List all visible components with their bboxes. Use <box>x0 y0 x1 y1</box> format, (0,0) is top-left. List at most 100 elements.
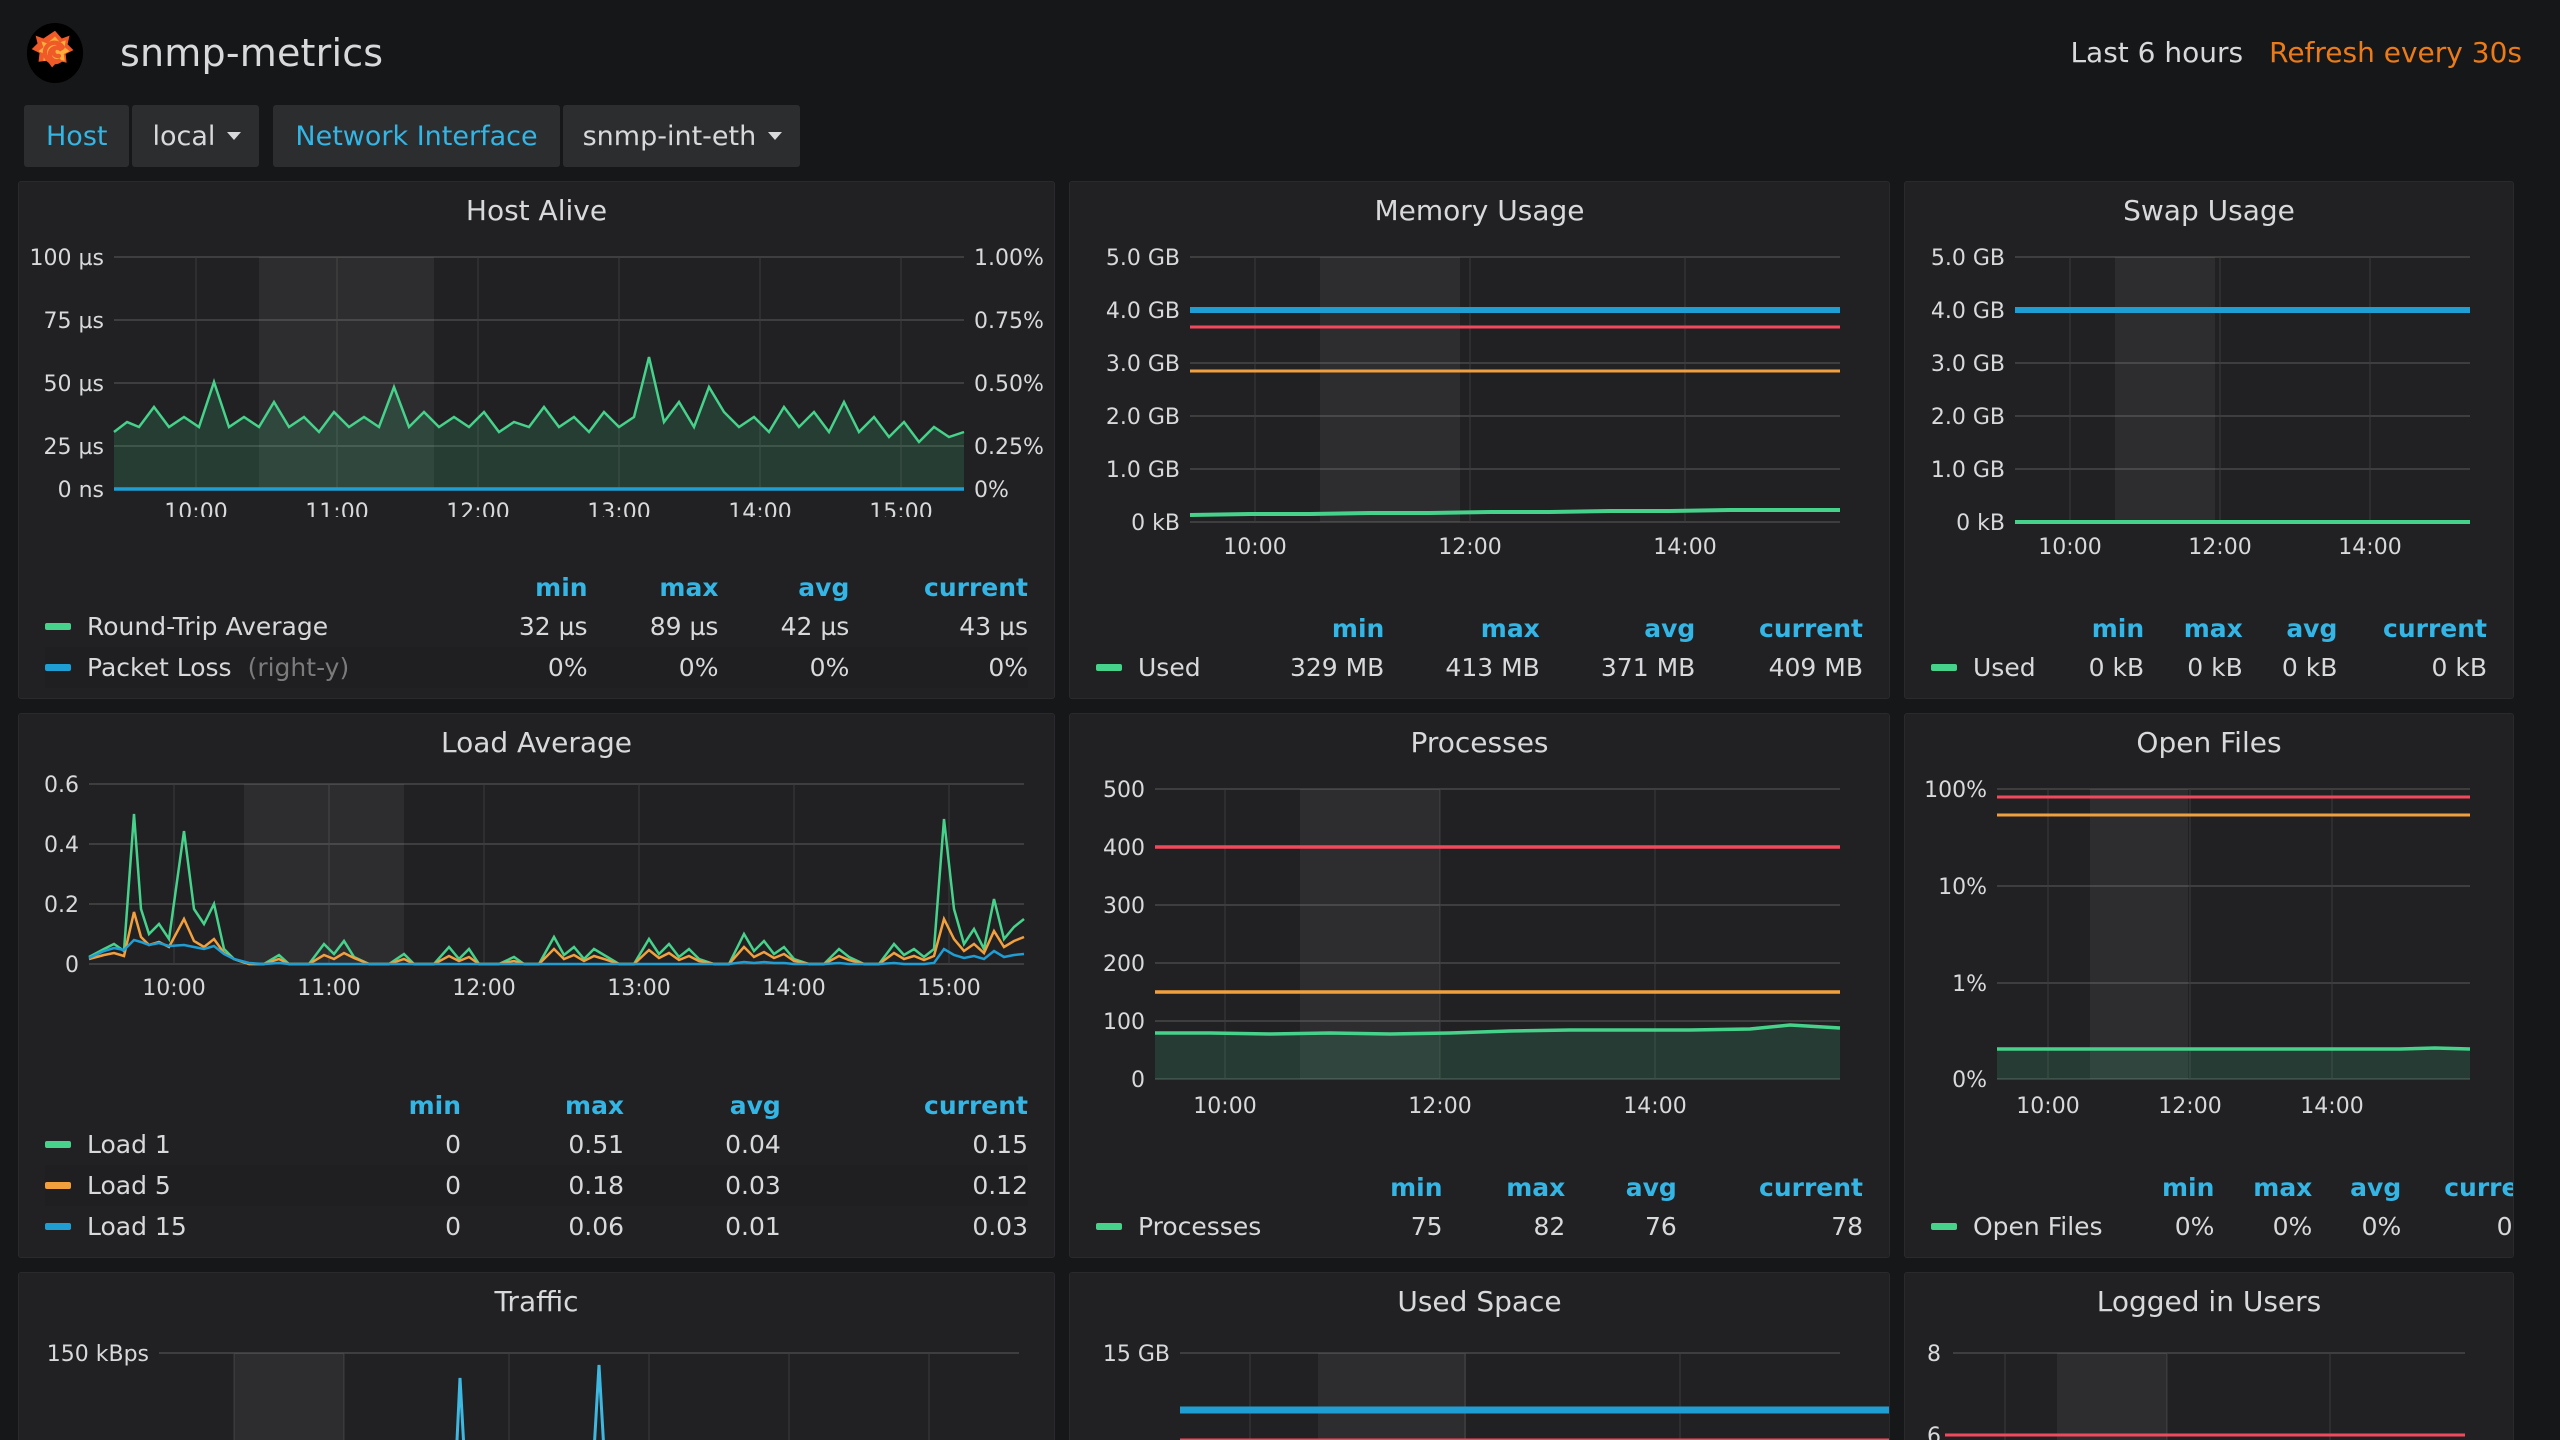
y-tick-processes-5: 500 <box>1103 778 1145 803</box>
legend-header-min[interactable]: min <box>2050 610 2144 647</box>
variable-network-interface-select[interactable]: snmp-int-eth <box>562 105 801 167</box>
variable-network-interface-value: snmp-int-eth <box>582 120 757 152</box>
legend-series-used[interactable]: Used <box>1931 647 2050 688</box>
panel-used-space[interactable]: Used Space 15 GB <box>1069 1272 1890 1440</box>
legend-header-current[interactable]: curren <box>2401 1169 2513 1206</box>
panel-title-used-space[interactable]: Used Space <box>1070 1273 1889 1318</box>
legend-row: Load 5 0 0.18 0.03 0.12 <box>45 1165 1028 1206</box>
legend-series-load-1[interactable]: Load 1 <box>45 1124 310 1165</box>
y-tick-processes-2: 200 <box>1103 952 1145 977</box>
grafana-logo-icon[interactable] <box>24 22 86 84</box>
legend-header-min[interactable]: min <box>457 569 587 606</box>
y-tick-swap-3: 3.0 GB <box>1931 352 2005 377</box>
legend-header-row: min max avg current <box>1096 1169 1863 1206</box>
legend-value-avg: 0% <box>2361 1212 2402 1241</box>
legend-header-avg[interactable]: avg <box>2312 1169 2401 1206</box>
legend-header-max[interactable]: max <box>588 569 718 606</box>
chart-logged-in-users[interactable]: 8 6 <box>1905 1318 2513 1440</box>
legend-header-row: min max avg current <box>1096 610 1863 647</box>
legend-value-avg: 0% <box>718 647 850 688</box>
legend-series-label: Load 1 <box>87 1130 171 1159</box>
legend-header-series <box>45 569 457 606</box>
panel-load-average[interactable]: Load Average 0.6 0.4 0.2 0 10:00 11:00 1… <box>18 713 1055 1258</box>
legend-memory-usage: min max avg current Used 329 MB 413 MB 3… <box>1070 610 1889 698</box>
panel-title-host-alive[interactable]: Host Alive <box>19 182 1054 227</box>
legend-header-min[interactable]: min <box>1229 610 1384 647</box>
legend-value-max: 0% <box>2272 1212 2313 1241</box>
legend-series-label: Processes <box>1138 1212 1262 1241</box>
series-color-swatch-icon <box>1931 664 1957 671</box>
x-tick-processes-0: 10:00 <box>1193 1094 1256 1119</box>
legend-header-min[interactable]: min <box>2124 1169 2214 1206</box>
time-range-picker[interactable]: Last 6 hours <box>2070 36 2243 69</box>
legend-header-current[interactable]: current <box>2337 610 2487 647</box>
legend-series-processes[interactable]: Processes <box>1096 1206 1329 1247</box>
x-tick-host-alive-2: 12:00 <box>446 500 509 517</box>
y2-tick-host-alive-1: 0.25% <box>974 435 1044 460</box>
legend-series-load-5[interactable]: Load 5 <box>45 1165 311 1206</box>
legend-header-avg[interactable]: avg <box>2243 610 2337 647</box>
chart-used-space[interactable]: 15 GB <box>1070 1318 1889 1440</box>
panel-swap-usage[interactable]: Swap Usage 5.0 GB 4.0 GB 3.0 GB 2.0 GB 1… <box>1904 181 2514 699</box>
panel-title-logged-in-users[interactable]: Logged in Users <box>1905 1273 2513 1318</box>
legend-header-row: min max avg current <box>1931 610 2487 647</box>
refresh-interval[interactable]: Refresh every 30s <box>2269 36 2522 69</box>
variable-host-select[interactable]: local <box>132 105 260 167</box>
legend-header-current[interactable]: current <box>781 1087 1028 1124</box>
y-tick-load-2: 0.4 <box>44 833 79 858</box>
panel-title-load-average[interactable]: Load Average <box>19 714 1054 759</box>
legend-value-max: 0% <box>587 647 719 688</box>
navbar-right: Last 6 hours Refresh every 30s <box>2070 36 2522 69</box>
panel-open-files[interactable]: Open Files 100% 10% 1% 0% 10:00 12:00 14… <box>1904 713 2514 1258</box>
legend-value-current: 78 <box>1831 1212 1863 1241</box>
variable-host: Host local <box>24 105 260 167</box>
legend-header-max[interactable]: max <box>1384 610 1540 647</box>
panel-processes[interactable]: Processes 500 400 300 200 100 0 10:00 12… <box>1069 713 1890 1258</box>
panel-logged-in-users[interactable]: Logged in Users 8 6 <box>1904 1272 2514 1440</box>
legend-series-open-files[interactable]: Open Files <box>1931 1206 2124 1247</box>
chart-load-average[interactable]: 0.6 0.4 0.2 0 10:00 11:00 12:00 13:00 14… <box>19 759 1054 999</box>
legend-value-max: 413 MB <box>1445 653 1540 682</box>
panel-title-open-files[interactable]: Open Files <box>1905 714 2513 759</box>
legend-series-round-trip-average[interactable]: Round-Trip Average <box>45 606 457 647</box>
y-tick-load-1: 0.2 <box>44 893 79 918</box>
legend-header-current[interactable]: current <box>1695 610 1863 647</box>
legend-series-packet-loss[interactable]: Packet Loss (right-y) <box>45 647 457 688</box>
chart-processes[interactable]: 500 400 300 200 100 0 10:00 12:00 14:00 <box>1070 759 1889 1119</box>
legend-header-avg[interactable]: avg <box>1565 1169 1677 1206</box>
legend-header-current[interactable]: current <box>849 569 1028 606</box>
panel-title-processes[interactable]: Processes <box>1070 714 1889 759</box>
series-color-swatch-icon <box>1931 1223 1957 1230</box>
legend-header-max[interactable]: max <box>2144 610 2243 647</box>
legend-header-max[interactable]: max <box>461 1087 624 1124</box>
chart-traffic[interactable]: 150 kBps 100 kBps <box>19 1318 1054 1440</box>
chart-swap-usage[interactable]: 5.0 GB 4.0 GB 3.0 GB 2.0 GB 1.0 GB 0 kB … <box>1905 227 2513 557</box>
legend-header-min[interactable]: min <box>1329 1169 1442 1206</box>
legend-series-load-15[interactable]: Load 15 <box>45 1206 310 1247</box>
variable-host-value: local <box>152 120 216 152</box>
chart-host-alive[interactable]: 100 µs 75 µs 50 µs 25 µs 0 ns 1.00% 0.75… <box>19 227 1054 517</box>
legend-series-used[interactable]: Used <box>1096 647 1229 688</box>
page-title[interactable]: snmp-metrics <box>120 31 383 75</box>
x-tick-host-alive-5: 15:00 <box>869 500 932 517</box>
chart-open-files[interactable]: 100% 10% 1% 0% 10:00 12:00 14:00 <box>1905 759 2513 1119</box>
series-color-swatch-icon <box>1096 664 1122 671</box>
panel-host-alive[interactable]: Host Alive 100 µs 75 µs 50 µs 25 µs 0 ns… <box>18 181 1055 699</box>
legend-header-avg[interactable]: avg <box>624 1087 781 1124</box>
legend-header-current[interactable]: current <box>1677 1169 1863 1206</box>
legend-header-max[interactable]: max <box>2214 1169 2312 1206</box>
y-tick-open-files-1: 1% <box>1952 972 1987 997</box>
panel-title-swap-usage[interactable]: Swap Usage <box>1905 182 2513 227</box>
x-tick-open-files-0: 10:00 <box>2016 1094 2079 1119</box>
chart-memory-usage[interactable]: 5.0 GB 4.0 GB 3.0 GB 2.0 GB 1.0 GB 0 kB … <box>1070 227 1889 557</box>
legend-header-avg[interactable]: avg <box>1540 610 1695 647</box>
y-tick-processes-1: 100 <box>1103 1010 1145 1035</box>
legend-header-avg[interactable]: avg <box>718 569 849 606</box>
y-tick-processes-4: 400 <box>1103 836 1145 861</box>
panel-title-memory-usage[interactable]: Memory Usage <box>1070 182 1889 227</box>
panel-title-traffic[interactable]: Traffic <box>19 1273 1054 1318</box>
legend-header-max[interactable]: max <box>1443 1169 1565 1206</box>
panel-traffic[interactable]: Traffic 150 kBps 100 kBps <box>18 1272 1055 1440</box>
legend-header-min[interactable]: min <box>310 1087 461 1124</box>
panel-memory-usage[interactable]: Memory Usage 5.0 GB 4.0 GB 3.0 GB 2.0 GB… <box>1069 181 1890 699</box>
